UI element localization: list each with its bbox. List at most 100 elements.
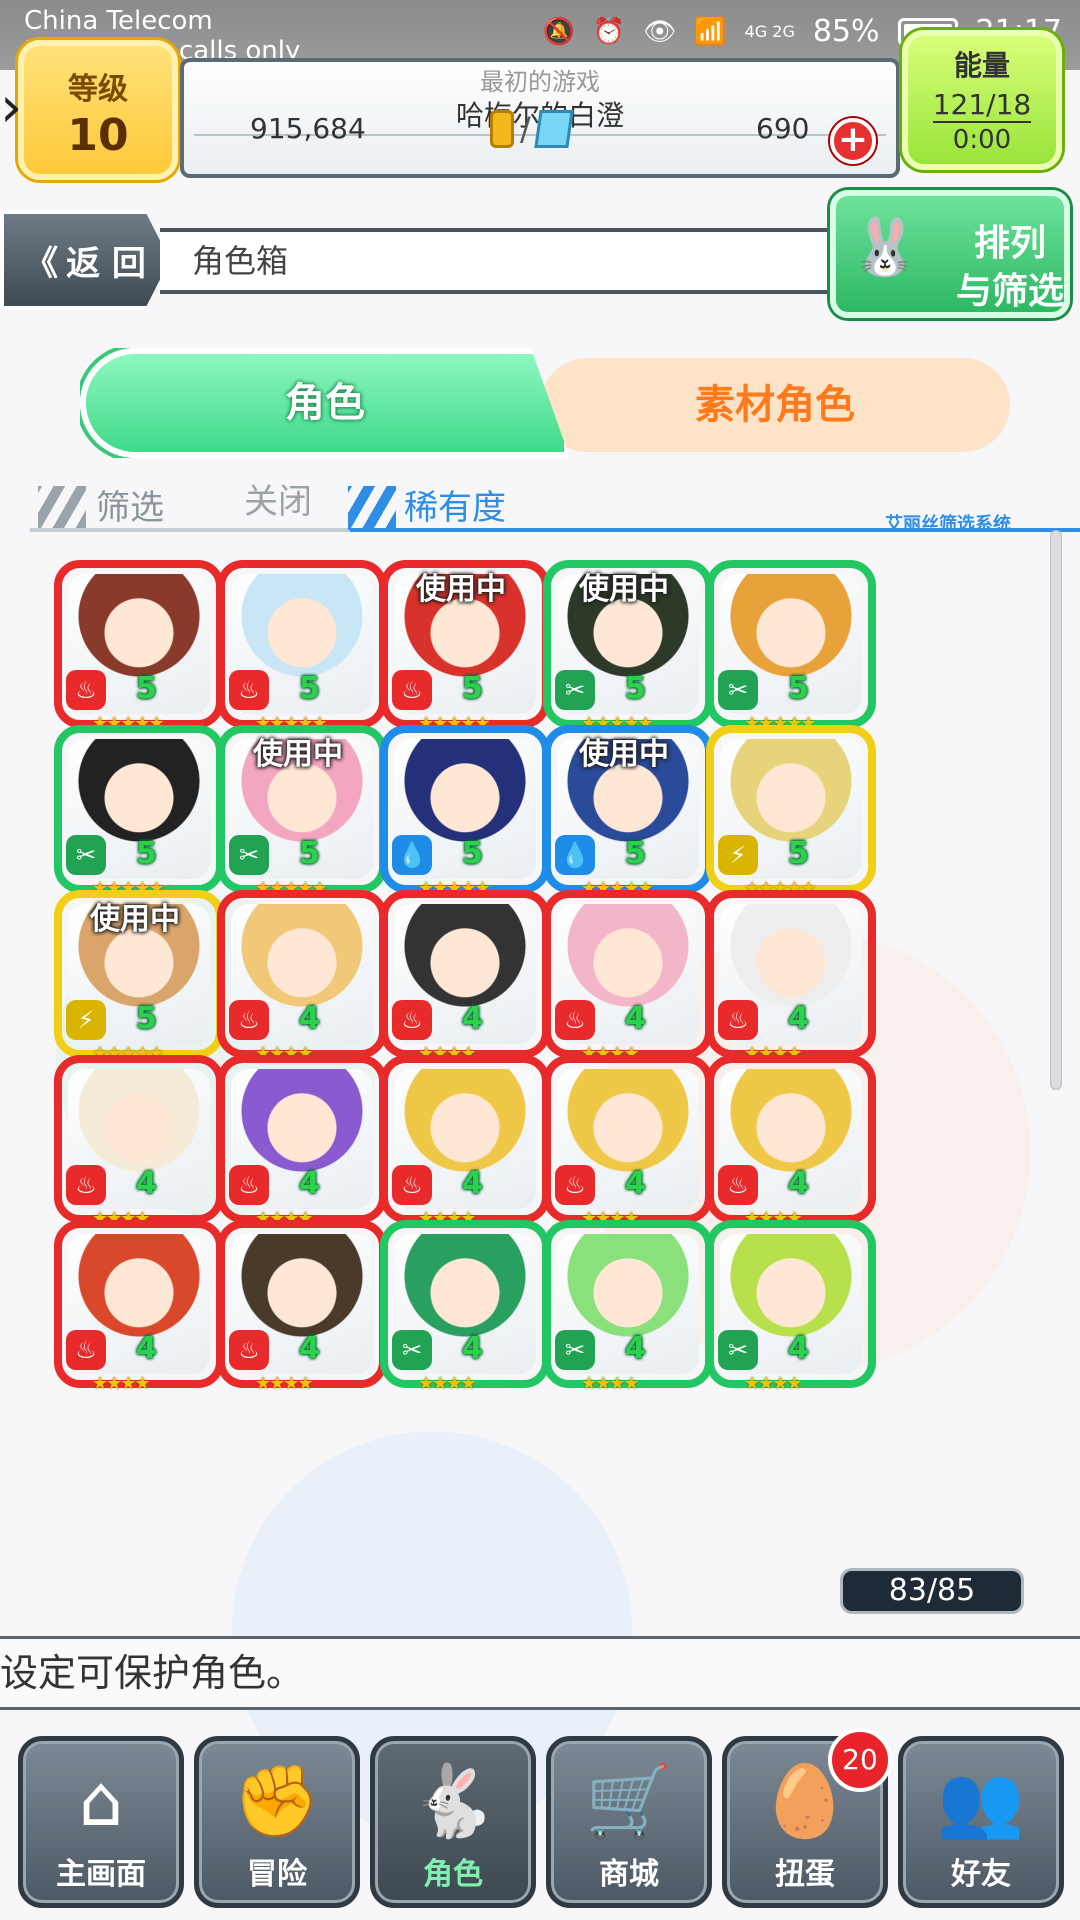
wood-attribute-icon: ✂ [392,1330,432,1370]
coin-count: 915,684 [250,112,366,145]
character-card[interactable]: ✂ 4 ★★★★ [706,1220,876,1396]
back-label: 返 回 [66,243,146,284]
double-chevron-left-icon: 《 [24,243,59,284]
character-portrait: ✂ 5 ★★★★★ [54,725,224,899]
nav-adventure[interactable]: ✊ 冒险 [194,1736,360,1908]
handshake-icon: ✊ [233,1760,321,1842]
character-card[interactable]: ♨ 5 ★★★★★ 使用中 [380,560,550,736]
filter-state[interactable]: 关闭 [244,474,312,523]
character-portrait: ✂ 5 ★★★★★ 使用中 [543,560,713,734]
fire-attribute-icon: ♨ [392,670,432,710]
character-card[interactable]: ♨ 5 ★★★★★ [54,560,224,736]
energy-box: 能量 121/18 0:00 [902,30,1062,170]
fire-attribute-icon: ♨ [66,670,106,710]
character-card[interactable]: 💧 5 ★★★★★ 使用中 [543,725,713,901]
in-use-label: 使用中 [253,737,343,772]
energy-label: 能量 [953,49,1010,82]
nav-home-label: 主画面 [56,1857,146,1892]
character-card[interactable]: ♨ 4 ★★★★ [543,890,713,1066]
sort-label-line1: 排列 [974,223,1047,264]
character-grid: ♨ 5 ★★★★★ ♨ 5 ★★★★★ ♨ 5 ★★★★★ 使用中 ✂ 5 ★★★★★ 使用中 ✂ 5 ★★★★… [54,560,1034,1640]
character-card[interactable]: ✂ 5 ★★★★★ 使用中 [217,725,387,901]
character-card[interactable]: ⚡ 5 ★★★★★ [706,725,876,901]
rarity-number: 5 [136,1001,157,1036]
add-currency-button[interactable]: + [830,118,876,164]
sort-label-line2: 与筛选 [956,271,1065,312]
rarity-stars: ★★★★ [744,1373,803,1394]
character-portrait: ♨ 4 ★★★★ [217,1220,387,1394]
character-card[interactable]: ✂ 5 ★★★★★ 使用中 [543,560,713,736]
tab-characters[interactable]: 角色 [80,348,570,458]
rarity-stars: ★★★★ [92,1373,151,1394]
back-button[interactable]: 《 返 回 [0,210,170,310]
rarity-stars: ★★★★ [418,1373,477,1394]
nav-characters[interactable]: 🐇 角色 [370,1736,536,1908]
fire-attribute-icon: ♨ [229,1330,269,1370]
network-type: 4G 2G [744,22,795,41]
nav-friends[interactable]: 👥 好友 [898,1736,1064,1908]
rarity-number: 4 [299,1001,320,1036]
character-card[interactable]: ♨ 4 ★★★★ [54,1220,224,1396]
character-card[interactable]: ✂ 4 ★★★★ [543,1220,713,1396]
gem-count: 690 [756,112,810,145]
currency-separator: / [520,110,531,148]
coin-icon [490,110,514,148]
character-card[interactable]: ♨ 4 ★★★★ [217,1220,387,1396]
hint-message: 设定可保护角色。 [0,1636,1080,1710]
character-portrait: ♨ 4 ★★★★ [706,890,876,1064]
character-portrait: ♨ 4 ★★★★ [217,1055,387,1229]
character-card[interactable]: ♨ 4 ★★★★ [380,890,550,1066]
character-portrait: ♨ 4 ★★★★ [380,890,550,1064]
character-card[interactable]: ♨ 4 ★★★★ [217,890,387,1066]
fire-attribute-icon: ♨ [66,1165,106,1205]
rarity-number: 5 [462,836,483,871]
character-card[interactable]: ✂ 4 ★★★★ [380,1220,550,1396]
character-card[interactable]: ♨ 4 ★★★★ [380,1055,550,1231]
thunder-attribute-icon: ⚡ [718,835,758,875]
character-card[interactable]: ♨ 4 ★★★★ [543,1055,713,1231]
filter-slash-icon [38,486,86,530]
tab-material-characters[interactable]: 素材角色 [540,358,1010,452]
wood-attribute-icon: ✂ [555,670,595,710]
scrollbar[interactable] [1050,530,1062,1090]
rarity-number: 5 [136,671,157,706]
carrier-text: China Telecom [24,6,213,36]
friends-icon: 👥 [937,1760,1025,1842]
sort-filter-button[interactable]: 🐰 排列 与筛选 [830,190,1070,318]
character-card[interactable]: ♨ 4 ★★★★ [706,1055,876,1231]
rarity-number: 4 [299,1331,320,1366]
character-portrait: ♨ 4 ★★★★ [706,1055,876,1229]
rarity-number: 4 [136,1331,157,1366]
in-use-label: 使用中 [579,737,669,772]
sort-by-label[interactable]: 稀有度 [404,480,506,529]
rarity-number: 5 [299,836,320,871]
rarity-number: 4 [462,1331,483,1366]
character-card[interactable]: ✂ 5 ★★★★★ [54,725,224,901]
nav-characters-label: 角色 [423,1857,483,1892]
character-card[interactable]: 💧 5 ★★★★★ [380,725,550,901]
rarity-number: 4 [136,1166,157,1201]
fire-attribute-icon: ♨ [392,1165,432,1205]
character-card[interactable]: ⚡ 5 ★★★★★ 使用中 [54,890,224,1066]
wood-attribute-icon: ✂ [718,1330,758,1370]
rarity-number: 5 [136,836,157,871]
nav-home[interactable]: ⌂ 主画面 [18,1736,184,1908]
nav-shop[interactable]: 🛒 商城 [546,1736,712,1908]
character-card[interactable]: ♨ 4 ★★★★ [54,1055,224,1231]
fire-attribute-icon: ♨ [229,1165,269,1205]
fire-attribute-icon: ♨ [229,670,269,710]
character-portrait: ✂ 5 ★★★★★ 使用中 [217,725,387,899]
nav-shop-label: 商城 [599,1857,659,1892]
character-portrait: ♨ 4 ★★★★ [380,1055,550,1229]
chevron-left-icon[interactable]: › [0,80,60,140]
character-card[interactable]: ♨ 4 ★★★★ [706,890,876,1066]
character-card[interactable]: ♨ 4 ★★★★ [217,1055,387,1231]
character-card[interactable]: ✂ 5 ★★★★★ [706,560,876,736]
character-portrait: ♨ 5 ★★★★★ [54,560,224,734]
fire-attribute-icon: ♨ [392,1000,432,1040]
character-portrait: 💧 5 ★★★★★ 使用中 [543,725,713,899]
character-card[interactable]: ♨ 5 ★★★★★ [217,560,387,736]
in-use-label: 使用中 [90,902,180,937]
rabbit-icon: 🐇 [409,1760,497,1842]
filter-label[interactable]: 筛选 [96,480,164,529]
